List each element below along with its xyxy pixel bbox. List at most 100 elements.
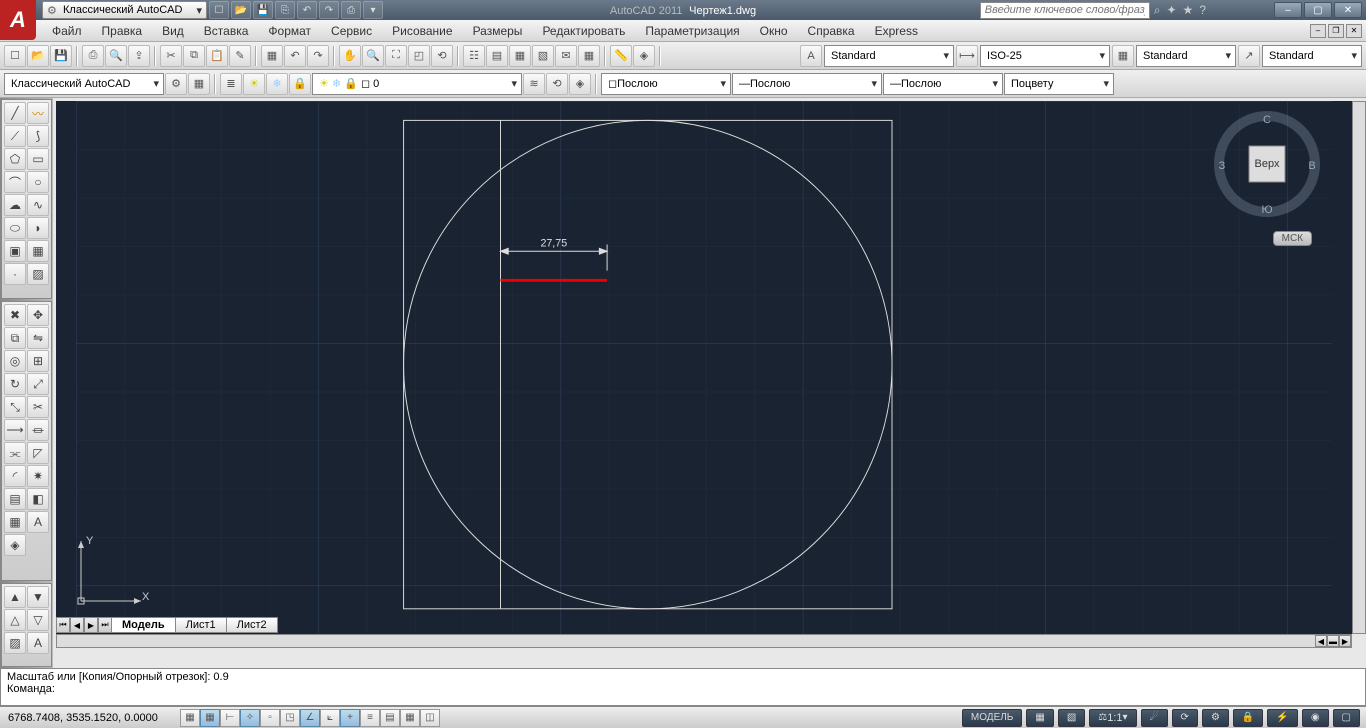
join-icon[interactable]: ⫘ <box>4 442 26 464</box>
offset-icon[interactable]: ◎ <box>4 350 26 372</box>
maximize-button[interactable]: ▢ <box>1304 2 1332 18</box>
qat-new-icon[interactable]: ☐ <box>209 1 229 19</box>
qat-print-icon[interactable]: ⎙ <box>341 1 361 19</box>
fillet-icon[interactable]: ◜ <box>4 465 26 487</box>
workspace-combo[interactable]: Классический AutoCAD <box>4 73 164 95</box>
tab-layout1[interactable]: Лист1 <box>175 617 227 633</box>
chamfer-icon[interactable]: ◸ <box>27 442 49 464</box>
layer-lock-icon[interactable]: 🔒 <box>289 73 311 95</box>
quickview-layouts-icon[interactable]: ▦ <box>1026 709 1053 727</box>
linetype-combo[interactable]: — Послою <box>732 73 882 95</box>
break-icon[interactable]: ⏛ <box>27 419 49 441</box>
app-menu-button[interactable]: A <box>0 0 36 40</box>
layer-combo[interactable]: ☀ ❄ 🔒 ◻ 0 <box>312 73 522 95</box>
menu-tools[interactable]: Сервис <box>321 20 382 41</box>
ellipse-arc-icon[interactable]: ◗ <box>27 217 49 239</box>
ws-settings-icon[interactable]: ⚙ <box>165 73 187 95</box>
brush-icon[interactable]: 〰 <box>27 102 49 124</box>
tab-last-icon[interactable]: ⏭ <box>98 617 112 633</box>
measure-icon[interactable]: 📏 <box>610 45 632 67</box>
tab-next-icon[interactable]: ▶ <box>84 617 98 633</box>
clean-screen-icon[interactable]: ▢ <box>1333 709 1360 727</box>
block-icon[interactable]: ▦ <box>261 45 283 67</box>
menu-edit[interactable]: Правка <box>92 20 153 41</box>
toolpal-icon[interactable]: ▦ <box>509 45 531 67</box>
minimize-button[interactable]: – <box>1274 2 1302 18</box>
arc-icon[interactable]: ⌒ <box>4 171 26 193</box>
bring-front-icon[interactable]: ▲ <box>4 586 26 608</box>
mdi-minimize[interactable]: – <box>1310 24 1326 38</box>
scroll-thumb[interactable]: ▬ <box>1327 635 1339 647</box>
horizontal-scrollbar[interactable]: ◀ ▬ ▶ <box>56 634 1352 648</box>
new-icon[interactable]: ☐ <box>4 45 26 67</box>
annotation-autoscale-icon[interactable]: ⟳ <box>1172 709 1198 727</box>
tab-layout2[interactable]: Лист2 <box>226 617 278 633</box>
color-combo[interactable]: ◻ Послою <box>601 73 731 95</box>
spline-icon[interactable]: ∿ <box>27 194 49 216</box>
point-icon[interactable]: · <box>4 263 26 285</box>
below-obj-icon[interactable]: ▽ <box>27 609 49 631</box>
menu-draw[interactable]: Рисование <box>382 20 462 41</box>
region-icon[interactable]: ◧ <box>27 488 49 510</box>
workspace-selector[interactable]: Классический AutoCAD <box>42 1 207 19</box>
dim-style-combo[interactable]: ISO-25 <box>980 45 1110 67</box>
rotate-icon[interactable]: ↻ <box>4 373 26 395</box>
textstyle-icon[interactable]: A <box>800 45 822 67</box>
menu-view[interactable]: Вид <box>152 20 194 41</box>
tab-model[interactable]: Модель <box>111 617 176 633</box>
polygon-icon[interactable]: ⬠ <box>4 148 26 170</box>
dcenter-icon[interactable]: ▤ <box>486 45 508 67</box>
ws-save-icon[interactable]: ▦ <box>188 73 210 95</box>
ortho-toggle[interactable]: ⊢ <box>220 709 240 727</box>
rectangle-icon[interactable]: ▭ <box>27 148 49 170</box>
above-obj-icon[interactable]: △ <box>4 609 26 631</box>
mdi-close[interactable]: ✕ <box>1346 24 1362 38</box>
menu-express[interactable]: Express <box>865 20 928 41</box>
favorites-icon[interactable]: ★ <box>1183 3 1194 18</box>
model-viewport[interactable]: 27,75 X Y Верх С Ю В З <box>56 101 1352 634</box>
addsel-icon[interactable]: ◈ <box>4 534 26 556</box>
scroll-left-icon[interactable]: ◀ <box>1315 635 1327 647</box>
toolbar-lock-icon[interactable]: 🔒 <box>1233 709 1263 727</box>
layer-props-icon[interactable]: ≣ <box>220 73 242 95</box>
select-icon[interactable]: ◈ <box>633 45 655 67</box>
sheetset-icon[interactable]: ▧ <box>532 45 554 67</box>
hatch-icon[interactable]: ▨ <box>27 263 49 285</box>
zoom-rt-icon[interactable]: 🔍 <box>362 45 384 67</box>
osnap-toggle[interactable]: ▫ <box>260 709 280 727</box>
qat-saveas-icon[interactable]: ⎘ <box>275 1 295 19</box>
extend-icon[interactable]: ⟶ <box>4 419 26 441</box>
annotation-visibility-icon[interactable]: ☄ <box>1141 709 1168 727</box>
print-icon[interactable]: ⎙ <box>82 45 104 67</box>
menu-modify[interactable]: Редактировать <box>532 20 635 41</box>
lwt-toggle[interactable]: ≡ <box>360 709 380 727</box>
cmdline-resize-handle[interactable] <box>5 666 1361 671</box>
redo-icon[interactable]: ↷ <box>307 45 329 67</box>
erase-icon[interactable]: ✖ <box>4 304 26 326</box>
paste-icon[interactable]: 📋 <box>206 45 228 67</box>
layer-match-icon[interactable]: ≋ <box>523 73 545 95</box>
otrack-toggle[interactable]: ∠ <box>300 709 320 727</box>
qp-toggle[interactable]: ▦ <box>400 709 420 727</box>
viewcube[interactable]: Верх С Ю В З <box>1212 109 1322 219</box>
markup-icon[interactable]: ✉ <box>555 45 577 67</box>
vertical-scrollbar[interactable] <box>1352 101 1366 634</box>
mdi-restore[interactable]: ❐ <box>1328 24 1344 38</box>
menu-file[interactable]: Файл <box>42 20 92 41</box>
scroll-right-icon[interactable]: ▶ <box>1339 635 1351 647</box>
array-icon[interactable]: ⊞ <box>27 350 49 372</box>
qat-open-icon[interactable]: 📂 <box>231 1 251 19</box>
tpy-toggle[interactable]: ▤ <box>380 709 400 727</box>
layer-prev-icon[interactable]: ⟲ <box>546 73 568 95</box>
open-icon[interactable]: 📂 <box>27 45 49 67</box>
text-style-combo[interactable]: Standard <box>824 45 954 67</box>
mleader-style-combo[interactable]: Standard <box>1262 45 1362 67</box>
command-prompt[interactable]: Команда: <box>7 683 1359 695</box>
zoom-win-icon[interactable]: ◰ <box>408 45 430 67</box>
tab-first-icon[interactable]: ⏮ <box>56 617 70 633</box>
menu-format[interactable]: Формат <box>258 20 321 41</box>
dimstyle-icon[interactable]: ⟼ <box>956 45 978 67</box>
polyline-icon[interactable]: ⟆ <box>27 125 49 147</box>
tablestyle-icon[interactable]: ▦ <box>1112 45 1134 67</box>
send-back-icon[interactable]: ▼ <box>27 586 49 608</box>
